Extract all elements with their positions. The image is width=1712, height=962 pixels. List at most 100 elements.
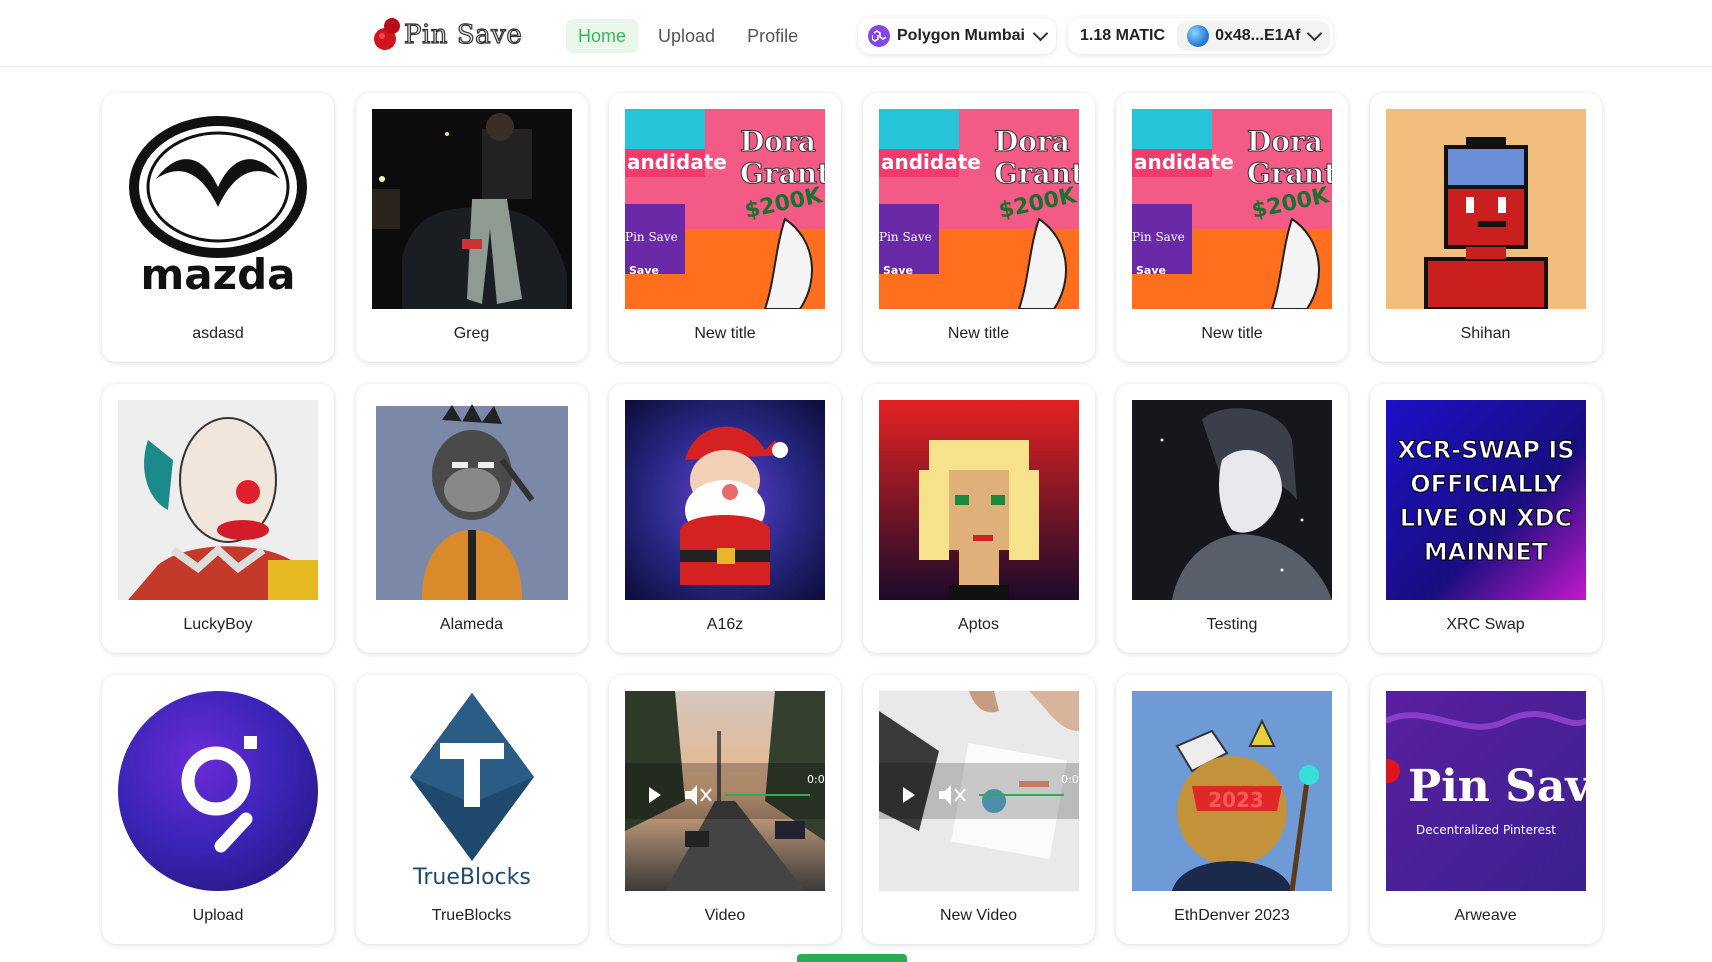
- account-widget[interactable]: 1.18 MATIC 0x48...E1Af: [1068, 18, 1334, 54]
- post-title: Aptos: [958, 616, 999, 633]
- svg-text:andidate: andidate: [1134, 150, 1234, 174]
- post-image: [1132, 400, 1332, 600]
- post-card[interactable]: Pin Sav Decentralized Pinterest Arweave: [1369, 675, 1602, 944]
- post-card[interactable]: 2023 EthDenver 2023: [1116, 675, 1348, 944]
- post-card[interactable]: Testing: [1116, 384, 1348, 653]
- post-card[interactable]: XCR-SWAP IS OFFICIALLY LIVE ON XDC MAINN…: [1369, 384, 1602, 653]
- svg-text:0:0 / 0:1: 0:0 / 0:1: [1061, 773, 1079, 786]
- dora-grant-banner-icon: andidate Dora Grant D $200K Pin Save Sav…: [1132, 109, 1332, 309]
- night-car-photo-icon: [371, 109, 572, 309]
- pinsave-banner-icon: Pin Sav Decentralized Pinterest: [1385, 691, 1586, 891]
- graph-logo-icon: [118, 691, 318, 891]
- svg-text:Save: Save: [629, 264, 659, 277]
- video-controls[interactable]: 0:0 / 0:1: [878, 691, 1079, 891]
- svg-text:Dora: Dora: [1247, 125, 1323, 158]
- post-image: andidate Dora Grant D $200K Pin Save Sav…: [1132, 109, 1332, 309]
- svg-text:LIVE ON XDC: LIVE ON XDC: [1399, 504, 1571, 532]
- post-title: XRC Swap: [1446, 616, 1525, 633]
- svg-text:Dora: Dora: [994, 125, 1070, 158]
- post-image: [625, 400, 825, 600]
- top-navbar: Pin Save Home Upload Profile Polygon Mum…: [0, 0, 1712, 67]
- account-address: 0x48...E1Af: [1215, 27, 1301, 44]
- post-title: EthDenver 2023: [1174, 907, 1290, 924]
- post-title: New title: [694, 325, 756, 342]
- svg-text:TrueBlocks: TrueBlocks: [412, 865, 531, 890]
- svg-text:MAINNET: MAINNET: [1423, 538, 1548, 566]
- post-image: andidate Dora Grant D $200K Pin Save Sav…: [625, 109, 825, 309]
- post-card[interactable]: TrueBlocks TrueBlocks: [355, 675, 588, 944]
- balance: 1.18 MATIC: [1080, 27, 1166, 44]
- svg-text:Pin Save: Pin Save: [625, 230, 678, 244]
- post-title: LuckyBoy: [183, 616, 253, 633]
- load-more-button[interactable]: [797, 954, 907, 962]
- post-title: Testing: [1206, 616, 1258, 633]
- svg-text:XCR-SWAP IS: XCR-SWAP IS: [1397, 436, 1574, 464]
- post-card[interactable]: andidate Dora Grant D $200K Pin Save Sav…: [862, 93, 1095, 362]
- post-title: New title: [1201, 325, 1263, 342]
- post-card[interactable]: 0:0 / 0:1 New Video: [862, 675, 1095, 944]
- logo-text: Pin Save: [403, 19, 523, 50]
- nav-upload[interactable]: Upload: [646, 19, 727, 53]
- post-image: [118, 691, 318, 891]
- pixel-character-icon: [1385, 109, 1586, 309]
- post-image: 2023: [1132, 691, 1332, 891]
- post-card[interactable]: 0:0 / 0:0 Video: [609, 675, 841, 944]
- svg-text:Pin Save: Pin Save: [1132, 230, 1185, 244]
- video-player[interactable]: 0:0 / 0:1: [878, 691, 1079, 891]
- svg-text:Dora: Dora: [740, 125, 816, 158]
- mazda-logo-icon: mazda: [118, 109, 318, 309]
- post-card[interactable]: Alameda: [355, 384, 588, 653]
- pin-logo-icon: [372, 17, 402, 53]
- svg-text:Pin Sav: Pin Sav: [1408, 761, 1586, 812]
- video-controls[interactable]: 0:0 / 0:0: [625, 691, 825, 891]
- post-card[interactable]: Shihan: [1369, 93, 1602, 362]
- anime-portrait-icon: [1132, 400, 1332, 600]
- nav-home[interactable]: Home: [566, 19, 639, 53]
- post-title: Shihan: [1460, 325, 1511, 342]
- post-image: [371, 109, 572, 309]
- ape-portrait-icon: [371, 400, 572, 600]
- trueblocks-logo-icon: TrueBlocks: [371, 691, 572, 891]
- svg-text:0:0 / 0:0: 0:0 / 0:0: [807, 773, 825, 786]
- post-card[interactable]: Greg: [355, 93, 588, 362]
- post-card[interactable]: mazda asdasd: [102, 93, 334, 362]
- chevron-down-icon: [1307, 25, 1323, 42]
- polygon-icon: [868, 25, 890, 47]
- network-name: Polygon Mumbai: [897, 27, 1025, 44]
- post-title: New Video: [939, 907, 1018, 924]
- post-image: andidate Dora Grant D $200K Pin Save Sav…: [878, 109, 1079, 309]
- post-card[interactable]: andidate Dora Grant D $200K Pin Save Sav…: [1116, 93, 1348, 362]
- post-card[interactable]: A16z: [609, 384, 841, 653]
- post-image: [1385, 109, 1586, 309]
- post-title: asdasd: [192, 325, 244, 342]
- svg-text:andidate: andidate: [881, 150, 981, 174]
- post-title: TrueBlocks: [431, 907, 512, 924]
- post-card[interactable]: LuckyBoy: [102, 384, 334, 653]
- post-title: New title: [947, 325, 1010, 342]
- chevron-down-icon: [1032, 25, 1049, 42]
- svg-text:mazda: mazda: [141, 250, 296, 299]
- nav-profile[interactable]: Profile: [735, 19, 810, 53]
- post-image: TrueBlocks: [371, 691, 572, 891]
- svg-text:OFFICIALLY: OFFICIALLY: [1410, 470, 1562, 498]
- santa-illustration-icon: [625, 400, 825, 600]
- post-image: [878, 400, 1079, 600]
- post-image: [371, 400, 572, 600]
- svg-text:Save: Save: [1136, 264, 1166, 277]
- post-card[interactable]: Aptos: [862, 384, 1095, 653]
- main-nav: Home Upload Profile: [566, 19, 810, 53]
- post-title: Alameda: [439, 616, 504, 633]
- post-title: Greg: [453, 325, 490, 342]
- account-address-button[interactable]: 0x48...E1Af: [1177, 21, 1331, 51]
- post-image: mazda: [118, 109, 318, 309]
- network-selector[interactable]: Polygon Mumbai: [858, 18, 1056, 54]
- post-title: Arweave: [1454, 907, 1517, 924]
- post-title: A16z: [706, 616, 744, 633]
- clown-portrait-icon: [118, 400, 318, 600]
- post-card[interactable]: andidate Dora Grant D $200K Pin Save Sav…: [609, 93, 841, 362]
- svg-text:Save: Save: [883, 264, 913, 277]
- post-card[interactable]: Upload: [102, 675, 334, 944]
- pinsave-logo[interactable]: Pin Save: [372, 16, 522, 54]
- xrc-swap-banner-icon: XCR-SWAP IS OFFICIALLY LIVE ON XDC MAINN…: [1385, 400, 1586, 600]
- video-player[interactable]: 0:0 / 0:0: [625, 691, 825, 891]
